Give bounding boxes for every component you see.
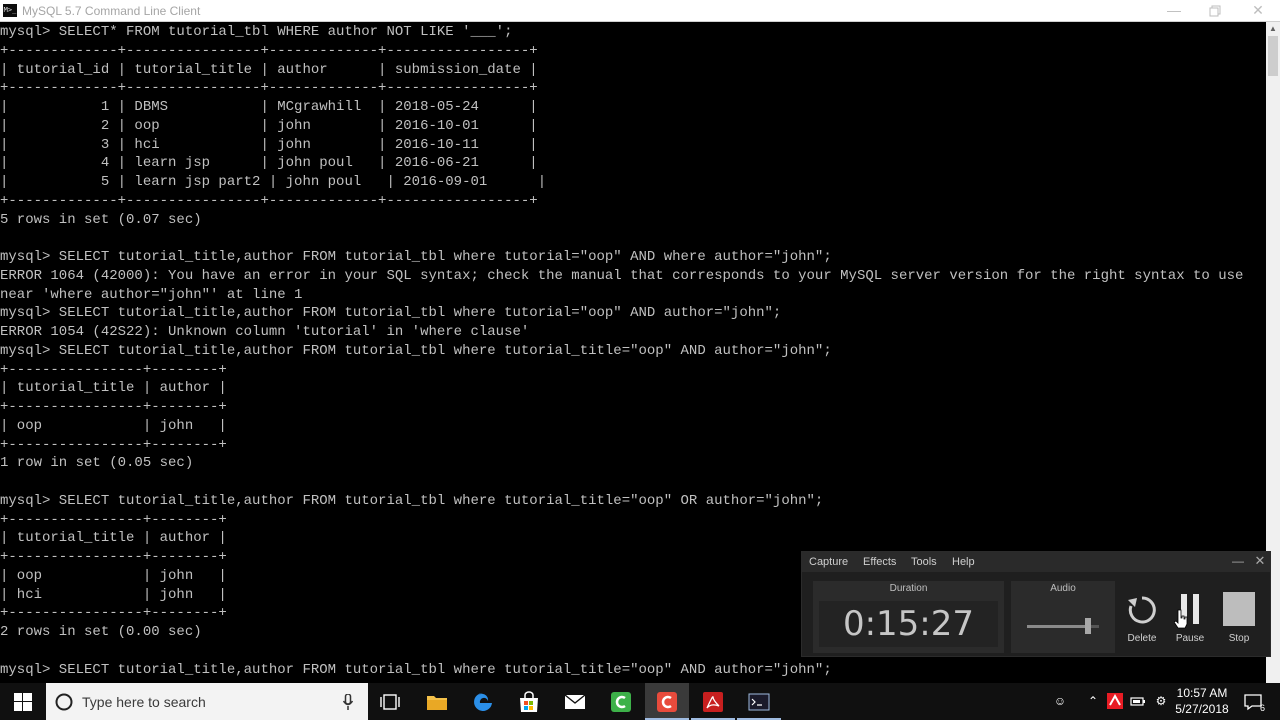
scroll-up-arrow-icon[interactable]: ▲	[1266, 22, 1280, 36]
taskbar: Type here to search ☺ ⌃ ⚙ 10:57 AM 5/27/…	[0, 683, 1280, 720]
windows-logo-icon	[14, 693, 32, 711]
cortana-circle-icon	[55, 693, 73, 711]
duration-panel: Duration 0:15:27	[813, 581, 1004, 653]
console-line: +----------------+--------+	[0, 399, 227, 415]
mail-button[interactable]	[553, 683, 597, 720]
acrobat-button[interactable]	[691, 683, 735, 720]
console-line: | tutorial_title | author |	[0, 380, 227, 397]
console-line: mysql> SELECT tutorial_title,author FROM…	[0, 661, 832, 678]
recorder-icon	[657, 692, 677, 712]
camtasia-icon	[611, 692, 631, 712]
console-line: | 3 | hci | john | 2016-10-11 |	[0, 136, 538, 153]
action-center-icon[interactable]: 6	[1243, 692, 1265, 713]
console-line: mysql> SELECT* FROM tutorial_tbl WHERE a…	[0, 24, 513, 40]
file-explorer-button[interactable]	[415, 683, 459, 720]
console-line: mysql> SELECT tutorial_title,author FROM…	[0, 305, 782, 322]
network-icon[interactable]: ⚙	[1153, 693, 1169, 709]
console-line: +----------------+--------+	[0, 511, 227, 528]
hand-cursor-icon	[1174, 609, 1188, 629]
console-line: 5 rows in set (0.07 sec)	[0, 211, 202, 228]
audio-level-slider[interactable]	[1027, 618, 1099, 634]
search-placeholder: Type here to search	[82, 694, 206, 710]
restore-button[interactable]	[1195, 0, 1235, 21]
duration-label: Duration	[889, 583, 928, 594]
console-line: ERROR 1064 (42000): You have an error in…	[0, 267, 1244, 284]
stop-icon	[1223, 592, 1255, 626]
console-line: | 4 | learn jsp | john poul | 2016-06-21…	[0, 155, 538, 172]
recorder-menu-bar: Capture Effects Tools Help — ✕	[802, 552, 1270, 572]
title-bar: M>_ MySQL 5.7 Command Line Client — ✕	[0, 0, 1280, 22]
window-title: MySQL 5.7 Command Line Client	[22, 4, 201, 18]
duration-timer: 0:15:27	[819, 601, 998, 647]
audio-panel: Audio	[1011, 581, 1115, 653]
edge-icon	[474, 693, 492, 711]
camtasia-button[interactable]	[599, 683, 643, 720]
console-line: | 2 | oop | john | 2016-10-01 |	[0, 117, 538, 134]
recorder-minimize-button[interactable]: —	[1231, 554, 1245, 568]
system-clock[interactable]: 10:57 AM 5/27/2018	[1170, 685, 1234, 717]
console-line: +-------------+----------------+--------…	[0, 192, 538, 209]
menu-tools[interactable]: Tools	[911, 555, 937, 569]
delete-label: Delete	[1127, 633, 1157, 644]
clock-time: 10:57 AM	[1176, 686, 1228, 700]
console-line: +-------------+----------------+--------…	[0, 80, 538, 97]
acrobat-icon	[703, 692, 723, 712]
mail-icon	[564, 694, 586, 709]
console-line: +-------------+----------------+--------…	[0, 42, 538, 59]
stop-button[interactable]: Stop	[1217, 592, 1261, 654]
audio-label: Audio	[1050, 583, 1076, 594]
mysql-client-button[interactable]	[737, 683, 781, 720]
mysql-client-icon	[748, 693, 770, 711]
battery-icon[interactable]	[1130, 693, 1146, 709]
pause-label: Pause	[1175, 633, 1205, 644]
people-icon[interactable]: ☺	[1052, 693, 1068, 709]
restore-icon	[1209, 5, 1221, 17]
start-button[interactable]	[0, 683, 46, 720]
console-line: ERROR 1054 (42S22): Unknown column 'tuto…	[0, 324, 530, 340]
audio-level-knob[interactable]	[1085, 618, 1092, 634]
taskbar-search-box[interactable]: Type here to search	[46, 683, 368, 720]
screen-recorder-panel: Capture Effects Tools Help — ✕ Duration …	[801, 551, 1271, 657]
mysql-app-icon: M>_	[3, 4, 17, 17]
menu-capture[interactable]: Capture	[809, 555, 848, 569]
recorder-button[interactable]	[645, 683, 689, 720]
antivirus-icon[interactable]	[1107, 693, 1123, 709]
minimize-button[interactable]: —	[1154, 0, 1194, 21]
console-line: +----------------+--------+	[0, 436, 227, 453]
menu-help[interactable]: Help	[952, 555, 975, 569]
console-line: mysql> SELECT tutorial_title,author FROM…	[0, 342, 832, 359]
audio-level-fill	[1027, 625, 1089, 628]
notification-count-badge: 6	[1259, 703, 1265, 713]
console-line: | tutorial_title | author |	[0, 530, 227, 547]
console-line: near 'where author="john"' at line 1	[0, 286, 303, 303]
console-line: | 1 | DBMS | MCgrawhill | 2018-05-24 |	[0, 99, 538, 115]
clock-date: 5/27/2018	[1175, 702, 1229, 716]
recorder-close-button[interactable]: ✕	[1253, 554, 1267, 568]
console-line: 1 row in set (0.05 sec)	[0, 455, 194, 472]
delete-button[interactable]: Delete	[1120, 592, 1164, 654]
delete-restart-icon	[1128, 596, 1156, 624]
file-explorer-icon	[427, 696, 447, 710]
close-button[interactable]: ✕	[1238, 0, 1278, 21]
stop-label: Stop	[1228, 633, 1250, 644]
console-line: | tutorial_id | tutorial_title | author …	[0, 61, 538, 78]
microphone-icon[interactable]	[343, 694, 353, 710]
store-button[interactable]	[507, 683, 551, 720]
menu-effects[interactable]: Effects	[863, 555, 896, 569]
console-line: | oop | john |	[0, 417, 227, 434]
edge-browser-button[interactable]	[461, 683, 505, 720]
task-view-button[interactable]	[368, 683, 412, 720]
console-line: | 5 | learn jsp part2 | john poul | 2016…	[0, 174, 547, 190]
task-view-icon	[380, 694, 400, 710]
console-line: +----------------+--------+	[0, 361, 227, 378]
store-icon	[520, 691, 538, 712]
console-line: mysql> SELECT tutorial_title,author FROM…	[0, 249, 832, 265]
console-line: mysql> SELECT tutorial_title,author FROM…	[0, 492, 824, 509]
chevron-up-icon[interactable]: ⌃	[1085, 693, 1101, 709]
scroll-thumb[interactable]	[1268, 36, 1278, 76]
